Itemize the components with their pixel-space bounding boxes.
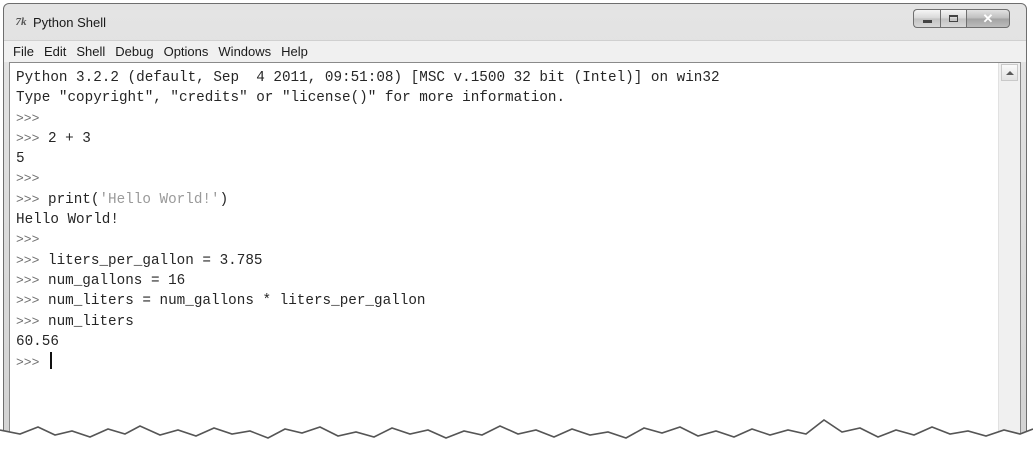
result-text: 60.56 — [16, 333, 59, 350]
close-icon: ✕ — [982, 10, 994, 26]
shell-prompt: >>> — [16, 191, 40, 207]
maximize-button[interactable] — [940, 9, 966, 28]
menu-options[interactable]: Options — [159, 44, 214, 59]
input-line: >>> num_liters = num_gallons * liters_pe… — [16, 291, 996, 311]
shell-prompt: >>> — [16, 313, 40, 329]
input-line: >>> — [16, 169, 996, 189]
menu-windows[interactable]: Windows — [213, 44, 276, 59]
session-lines: >>> >>> 2 + 3 5 >>> >>> print('Hello World!'… — [16, 109, 996, 373]
close-button[interactable]: ✕ — [966, 9, 1010, 28]
result-text: 5 — [16, 151, 25, 168]
code-text: ) — [219, 191, 229, 208]
input-line: >>> print('Hello World!') — [16, 190, 996, 210]
shell-text-area[interactable]: Python 3.2.2 (default, Sep 4 2011, 09:51… — [9, 62, 1021, 464]
result-text: Hello World! — [16, 212, 119, 229]
shell-prompt: >>> — [16, 272, 40, 288]
output-line: 5 — [16, 149, 996, 169]
shell-prompt: >>> — [16, 232, 40, 248]
maximize-icon — [949, 15, 958, 22]
shell-prompt: >>> — [16, 355, 40, 371]
output-line: Hello World! — [16, 210, 996, 230]
banner-line: Python 3.2.2 (default, Sep 4 2011, 09:51… — [16, 70, 720, 86]
input-line: >>> 2 + 3 — [16, 129, 996, 149]
code-text: liters_per_gallon = 3.785 — [39, 252, 263, 269]
menu-debug[interactable]: Debug — [110, 44, 158, 59]
code-text: num_liters — [39, 313, 134, 330]
input-line: >>> num_gallons = 16 — [16, 271, 996, 291]
output-line: 60.56 — [16, 332, 996, 352]
input-line: >>> — [16, 109, 996, 129]
string-literal: 'Hello World!' — [99, 191, 220, 208]
idle-app-icon: 7k — [15, 16, 27, 28]
text-cursor — [50, 352, 52, 370]
minimize-button[interactable] — [913, 9, 940, 28]
scroll-up-arrow-icon — [1005, 70, 1014, 75]
banner-line: Type "copyright", "credits" or "license(… — [16, 90, 566, 107]
vertical-scrollbar[interactable] — [998, 63, 1020, 464]
scroll-up-button[interactable] — [1001, 64, 1018, 81]
input-line: >>> num_liters — [16, 312, 996, 332]
shell-output[interactable]: Python 3.2.2 (default, Sep 4 2011, 09:51… — [16, 68, 996, 372]
window-title: Python Shell — [33, 14, 106, 30]
input-line: >>> liters_per_gallon = 3.785 — [16, 251, 996, 271]
window-controls: ✕ — [913, 9, 1010, 28]
shell-prompt: >>> — [16, 252, 40, 268]
menu-bar: File Edit Shell Debug Options Windows He… — [4, 40, 1026, 62]
code-text: num_gallons = 16 — [39, 272, 186, 289]
shell-prompt: >>> — [16, 130, 40, 146]
code-text: print( — [39, 191, 100, 208]
menu-shell[interactable]: Shell — [71, 44, 110, 59]
menu-file[interactable]: File — [8, 44, 39, 59]
code-text: 2 + 3 — [39, 130, 91, 147]
code-text: num_liters = num_gallons * liters_per_ga… — [39, 293, 426, 310]
menu-help[interactable]: Help — [276, 44, 313, 59]
title-bar[interactable]: 7k Python Shell ✕ — [4, 4, 1026, 40]
minimize-icon — [922, 19, 932, 23]
shell-prompt: >>> — [16, 171, 40, 187]
input-line: >>> — [16, 352, 996, 372]
python-shell-window: 7k Python Shell ✕ File Edit Shell Debug … — [3, 3, 1027, 465]
input-line: >>> — [16, 230, 996, 250]
menu-edit[interactable]: Edit — [39, 44, 71, 59]
shell-prompt: >>> — [16, 110, 40, 126]
shell-prompt: >>> — [16, 293, 40, 309]
torn-paper-edge — [0, 419, 1033, 468]
